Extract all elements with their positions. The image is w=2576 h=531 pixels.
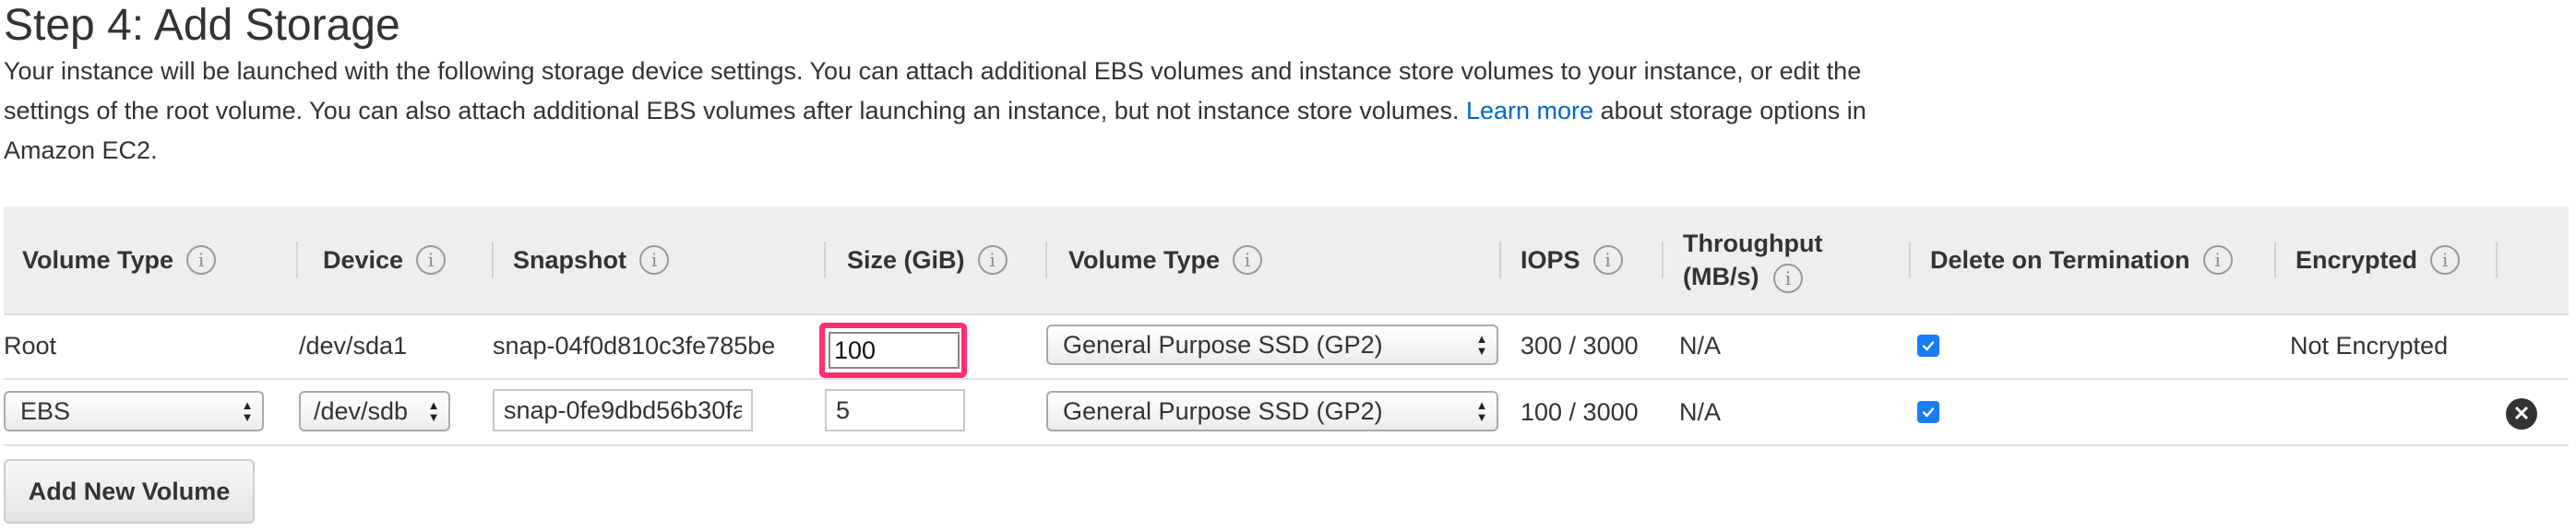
- info-icon[interactable]: i: [2430, 245, 2461, 275]
- column-header-ebs-volume-type: Volume Type i: [1045, 206, 1498, 313]
- info-icon[interactable]: i: [186, 245, 217, 275]
- info-icon[interactable]: i: [2202, 245, 2233, 275]
- device-select[interactable]: /dev/sdb ▲ ▼: [299, 391, 450, 431]
- root-size-input[interactable]: [829, 332, 960, 369]
- table-row: EBS ▲▼ /dev/sdb ▲▼ General Purpose SSD (…: [4, 380, 2569, 446]
- ebs-volume-type-select[interactable]: General Purpose SSD (GP2) ▲ ▼: [1046, 391, 1498, 431]
- info-icon[interactable]: i: [977, 245, 1008, 275]
- column-header-size: Size (GiB) i: [824, 206, 1046, 313]
- storage-table: Volume Type i Device i Snapshot i Size (…: [4, 206, 2569, 448]
- info-icon[interactable]: i: [639, 245, 670, 275]
- select-arrows-icon: ▲ ▼: [1475, 398, 1488, 424]
- info-icon[interactable]: i: [416, 245, 447, 275]
- intro-description: Your instance will be launched with the …: [4, 52, 1941, 171]
- column-header-throughput: Throughput (MB/s) i: [1662, 206, 1910, 313]
- iops-value: 300 / 3000: [1521, 331, 1639, 360]
- add-storage-page: Step 4: Add Storage Your instance will b…: [0, 0, 2576, 531]
- size-input[interactable]: [825, 389, 965, 431]
- column-header-iops: IOPS i: [1499, 206, 1663, 313]
- select-arrows-icon: ▲ ▼: [241, 398, 254, 424]
- delete-on-termination-checkbox[interactable]: [1917, 335, 1939, 357]
- snapshot-input[interactable]: [493, 389, 753, 431]
- volume-type-select[interactable]: EBS ▲ ▼: [4, 391, 264, 431]
- checkmark-icon: [1922, 407, 1935, 418]
- column-header-snapshot: Snapshot i: [492, 206, 825, 313]
- size-input-highlight: [819, 323, 967, 378]
- ebs-volume-type-select[interactable]: General Purpose SSD (GP2) ▲ ▼: [1046, 324, 1498, 365]
- device-value: /dev/sda1: [299, 331, 408, 360]
- select-arrows-icon: ▲ ▼: [1475, 332, 1488, 358]
- select-arrows-icon: ▲ ▼: [427, 398, 440, 424]
- table-row: Root /dev/sda1 snap-04f0d810c3fe785be Ge…: [4, 313, 2569, 380]
- column-header-delete-on-termination: Delete on Termination i: [1909, 206, 2275, 313]
- encrypted-value: Not Encrypted: [2290, 331, 2449, 360]
- iops-value: 100 / 3000: [1521, 397, 1639, 426]
- volume-type-value: Root: [4, 331, 57, 360]
- info-icon[interactable]: i: [1233, 245, 1263, 275]
- column-header-volume-type: Volume Type i: [22, 206, 299, 313]
- remove-volume-icon[interactable]: ✕: [2506, 398, 2537, 430]
- info-icon[interactable]: i: [1592, 245, 1623, 275]
- column-header-device: Device i: [296, 206, 491, 313]
- delete-on-termination-checkbox[interactable]: [1917, 401, 1939, 423]
- snapshot-value: snap-04f0d810c3fe785be: [493, 331, 776, 360]
- add-new-volume-button[interactable]: Add New Volume: [4, 459, 255, 524]
- column-header-encrypted: Encrypted i: [2274, 206, 2497, 313]
- page-title: Step 4: Add Storage: [4, 1, 400, 50]
- learn-more-link[interactable]: Learn more: [1466, 97, 1593, 124]
- info-icon[interactable]: i: [1773, 264, 1804, 293]
- throughput-value: N/A: [1679, 331, 1722, 360]
- checkmark-icon: [1922, 341, 1935, 351]
- table-header: Volume Type i Device i Snapshot i Size (…: [4, 206, 2569, 315]
- throughput-value: N/A: [1679, 397, 1722, 426]
